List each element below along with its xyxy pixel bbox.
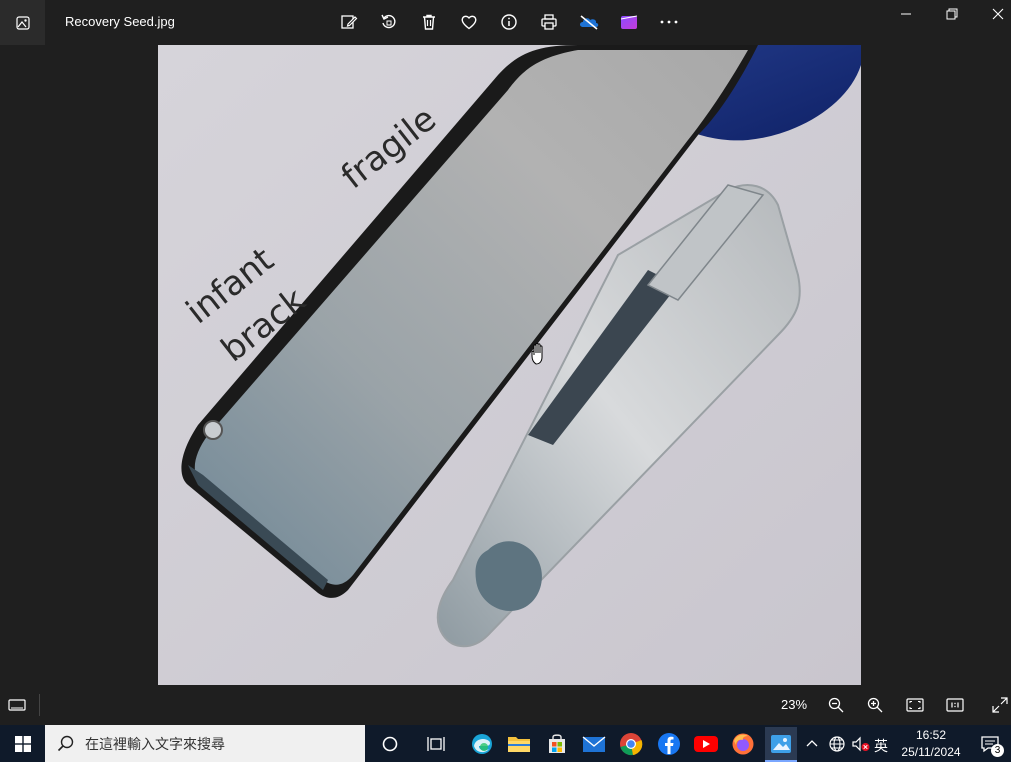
facebook-icon[interactable]	[654, 729, 684, 759]
delete-icon[interactable]	[416, 10, 442, 34]
title-bar: Recovery Seed.jpg	[0, 0, 1011, 45]
start-button[interactable]	[0, 725, 45, 762]
window-title: Recovery Seed.jpg	[65, 14, 175, 29]
network-globe-icon[interactable]	[826, 729, 848, 759]
bottom-bar: 23%	[0, 685, 1011, 725]
cortana-icon[interactable]	[375, 729, 405, 759]
favorite-icon[interactable]	[456, 10, 482, 34]
minimize-button[interactable]	[883, 0, 929, 28]
task-view-icon[interactable]	[421, 729, 451, 759]
bottom-divider	[39, 694, 40, 716]
photo-canvas[interactable]: fragile infant brack	[158, 45, 861, 685]
edge-icon[interactable]	[467, 729, 497, 759]
show-hidden-icons-icon[interactable]	[800, 729, 824, 759]
store-icon[interactable]	[542, 729, 572, 759]
zoom-out-icon[interactable]	[824, 693, 848, 717]
taskbar: 在這裡輸入文字來搜尋 英 16:52 25/11/2024 3	[0, 725, 1011, 762]
photos-taskbar-icon[interactable]	[765, 727, 797, 760]
notification-center-icon[interactable]: 3	[974, 729, 1006, 759]
close-button[interactable]	[975, 0, 1011, 28]
fit-to-window-icon[interactable]	[903, 693, 927, 717]
hand-cursor-icon	[530, 342, 548, 371]
taskbar-search[interactable]: 在這裡輸入文字來搜尋	[45, 725, 365, 762]
chrome-icon[interactable]	[616, 729, 646, 759]
fullscreen-icon[interactable]	[988, 693, 1011, 717]
mail-icon[interactable]	[579, 729, 609, 759]
search-icon	[57, 735, 74, 751]
edit-icon[interactable]	[336, 10, 362, 34]
zoom-in-icon[interactable]	[863, 693, 887, 717]
restore-button[interactable]	[929, 0, 975, 28]
clipchamp-icon[interactable]	[616, 10, 642, 34]
info-icon[interactable]	[496, 10, 522, 34]
search-placeholder: 在這裡輸入文字來搜尋	[85, 735, 225, 752]
rotate-icon[interactable]	[376, 10, 402, 34]
print-icon[interactable]	[536, 10, 562, 34]
clock-date[interactable]: 25/11/2024	[896, 745, 966, 759]
zoom-level: 23%	[781, 697, 808, 712]
image-viewer[interactable]: fragile infant brack	[0, 45, 1011, 685]
firefox-icon[interactable]	[728, 729, 758, 759]
ime-indicator[interactable]: 英	[874, 736, 888, 756]
more-icon[interactable]	[656, 10, 682, 34]
actual-size-icon[interactable]	[943, 693, 967, 717]
notification-badge: 3	[991, 744, 1004, 757]
youtube-icon[interactable]	[691, 729, 721, 759]
photos-app-icon[interactable]	[0, 0, 45, 45]
filmstrip-icon[interactable]	[5, 693, 29, 717]
clock-time[interactable]: 16:52	[898, 728, 964, 742]
file-explorer-icon[interactable]	[504, 729, 534, 759]
volume-muted-icon[interactable]	[850, 729, 872, 759]
onedrive-icon[interactable]	[576, 10, 602, 34]
